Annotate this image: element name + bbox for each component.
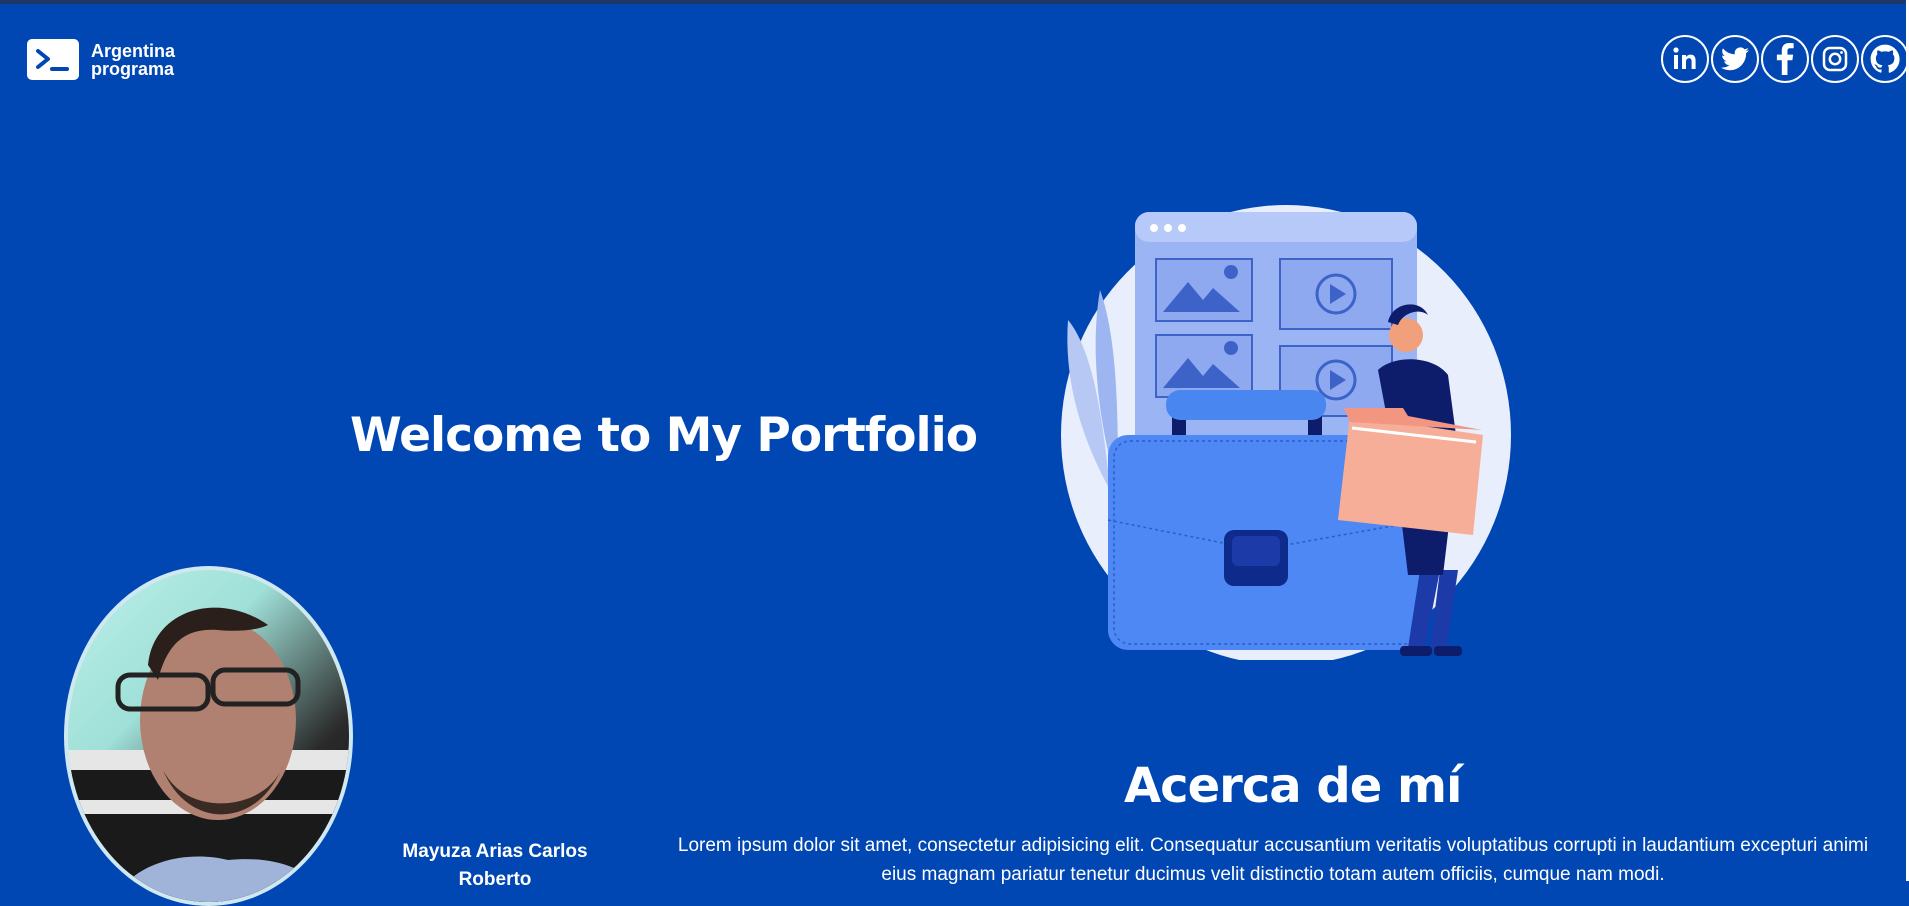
instagram-button[interactable] — [1811, 35, 1859, 83]
profile-name: Mayuza Arias Carlos Roberto — [402, 841, 588, 890]
twitter-button[interactable] — [1711, 35, 1759, 83]
argentina-programa-logo[interactable]: Argentina programa — [27, 39, 175, 80]
facebook-button[interactable] — [1761, 35, 1809, 83]
logo-line1: Argentina — [91, 40, 176, 61]
social-links — [1661, 35, 1909, 83]
linkedin-button[interactable] — [1661, 35, 1709, 83]
avatar — [68, 607, 349, 902]
logo-text: Argentina programa — [91, 42, 175, 78]
about-text: Lorem ipsum dolor sit amet, consectetur … — [677, 835, 1869, 885]
twitter-icon — [1721, 47, 1749, 71]
github-button[interactable] — [1861, 35, 1909, 83]
hero-title: Welcome to My Portfolio — [350, 408, 978, 463]
instagram-icon — [1822, 46, 1848, 72]
linkedin-icon — [1673, 47, 1696, 69]
about-title: Acerca de mí — [1124, 758, 1462, 814]
top-border — [0, 0, 1909, 4]
portfolio-illustration — [1061, 205, 1511, 660]
logo-line2: programa — [91, 58, 175, 79]
profile-photo — [64, 566, 353, 906]
terminal-icon — [27, 39, 79, 80]
facebook-icon — [1776, 43, 1794, 75]
github-icon — [1870, 44, 1900, 73]
